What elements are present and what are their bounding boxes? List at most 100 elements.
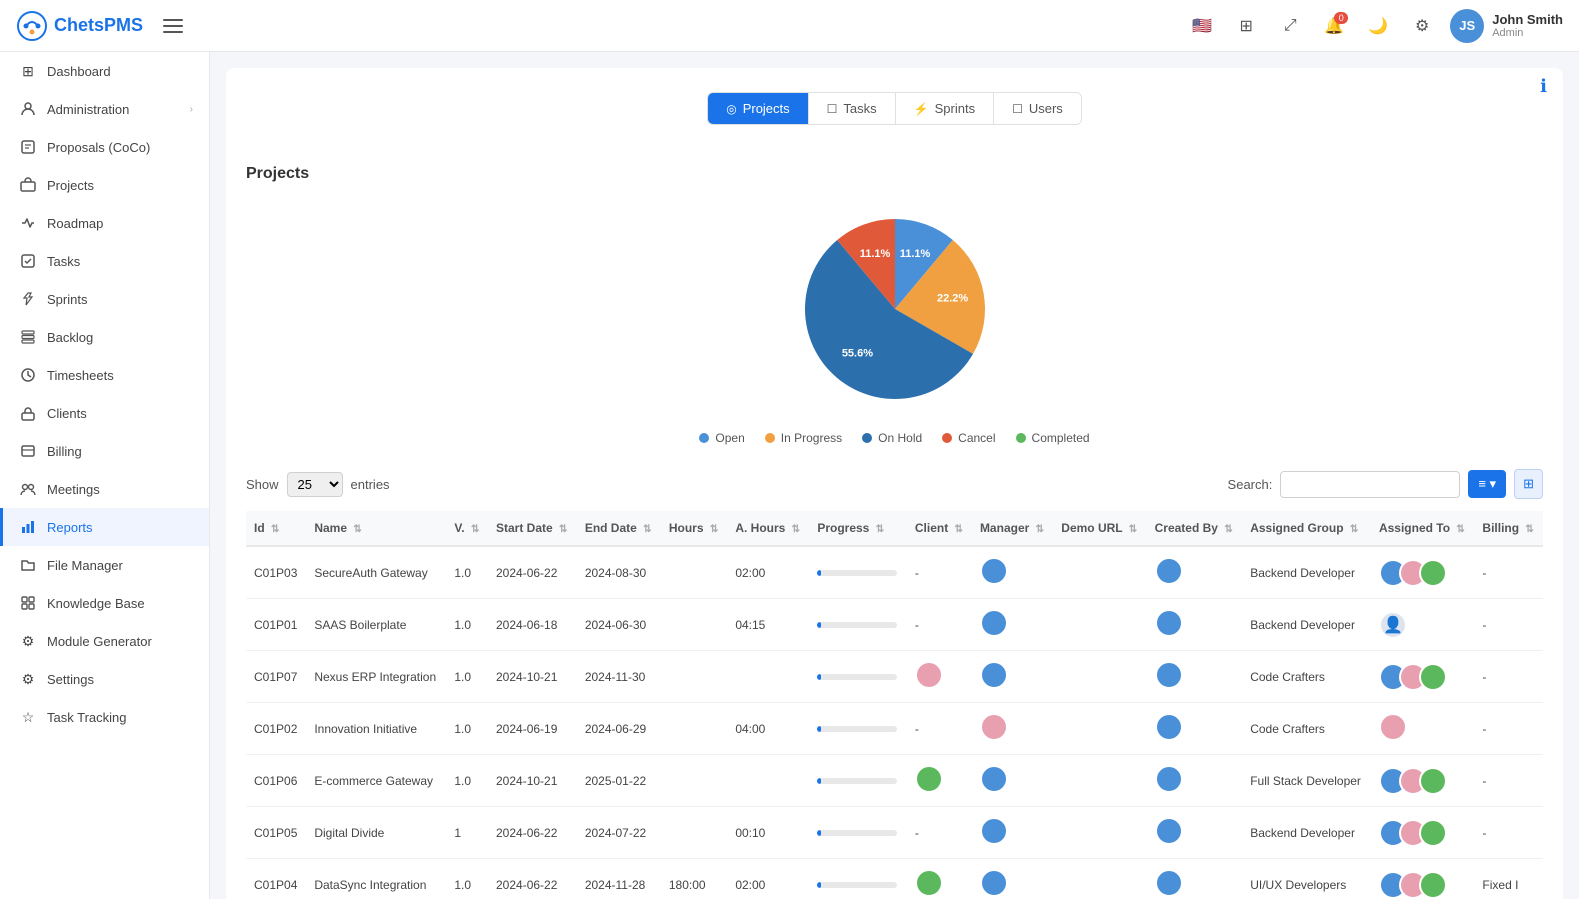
logo[interactable]: ChetsPMS [16, 10, 143, 42]
sidebar-item-module-generator[interactable]: ⚙ Module Generator [0, 622, 209, 660]
sidebar-item-sprints[interactable]: Sprints [0, 280, 209, 318]
project-assigned-to [1371, 703, 1474, 755]
sidebar-item-timesheets[interactable]: Timesheets [0, 356, 209, 394]
col-manager[interactable]: Manager ⇅ [972, 511, 1053, 546]
tab-users[interactable]: ☐ Users [994, 93, 1081, 124]
avatar-group [1379, 819, 1466, 847]
info-button[interactable]: ℹ [1540, 76, 1547, 97]
project-id[interactable]: C01P06 [246, 755, 306, 807]
project-id[interactable]: C01P07 [246, 651, 306, 703]
fullscreen-icon[interactable]: ⤢ [1274, 10, 1306, 42]
col-billing[interactable]: Billing ⇅ [1474, 511, 1543, 546]
project-start: 2024-06-22 [488, 859, 577, 899]
chart-container: 11.1%22.2%55.6%11.1% Open In Progress On… [246, 199, 1543, 445]
roadmap-icon [19, 214, 37, 232]
sidebar-item-tasks[interactable]: Tasks [0, 242, 209, 280]
project-version: 1 [446, 807, 488, 859]
search-input[interactable] [1280, 471, 1460, 498]
tasks-icon [19, 252, 37, 270]
col-id[interactable]: Id ⇅ [246, 511, 306, 546]
col-progress[interactable]: Progress ⇅ [809, 511, 907, 546]
project-demo-url [1053, 599, 1146, 651]
col-ahours[interactable]: A. Hours ⇅ [727, 511, 809, 546]
filter-button[interactable]: ≡ ▾ [1468, 470, 1506, 498]
sidebar-item-settings[interactable]: ⚙ Settings [0, 660, 209, 698]
sidebar-item-dashboard[interactable]: ⊞ Dashboard [0, 52, 209, 90]
project-created-by [1147, 755, 1243, 807]
user-info[interactable]: JS John Smith Admin [1450, 9, 1563, 43]
sidebar-item-administration[interactable]: Administration › [0, 90, 209, 128]
sidebar-item-reports[interactable]: Reports [0, 508, 209, 546]
tab-projects[interactable]: ◎ Projects [708, 93, 808, 124]
project-assigned-group: Backend Developer [1242, 546, 1371, 599]
project-id[interactable]: C01P01 [246, 599, 306, 651]
project-created-by [1147, 546, 1243, 599]
project-name: DataSync Integration [306, 859, 446, 899]
sidebar-item-backlog[interactable]: Backlog [0, 318, 209, 356]
project-created-by [1147, 703, 1243, 755]
project-end: 2025-01-22 [577, 755, 661, 807]
projects-icon [19, 176, 37, 194]
col-client[interactable]: Client ⇅ [907, 511, 972, 546]
entries-select[interactable]: 25 10 50 100 [287, 472, 343, 497]
project-assigned-to [1371, 807, 1474, 859]
apps-icon[interactable]: ⊞ [1230, 10, 1262, 42]
project-id[interactable]: C01P04 [246, 859, 306, 899]
avatar-group [1379, 767, 1466, 795]
avatar [1155, 609, 1183, 637]
theme-toggle-icon[interactable]: 🌙 [1362, 10, 1394, 42]
project-ahours: 02:00 [727, 546, 809, 599]
avatar [980, 817, 1008, 845]
project-id[interactable]: C01P03 [246, 546, 306, 599]
sidebar-item-roadmap[interactable]: Roadmap [0, 204, 209, 242]
project-id[interactable]: C01P05 [246, 807, 306, 859]
col-end-date[interactable]: End Date ⇅ [577, 511, 661, 546]
sidebar-item-clients[interactable]: Clients [0, 394, 209, 432]
sidebar-item-projects[interactable]: Projects [0, 166, 209, 204]
sidebar-item-billing[interactable]: Billing [0, 432, 209, 470]
sidebar-item-proposals[interactable]: Proposals (CoCo) [0, 128, 209, 166]
tab-sprints[interactable]: ⚡ Sprints [896, 93, 994, 124]
columns-button[interactable]: ⊞ [1514, 469, 1543, 499]
project-assigned-group: Code Crafters [1242, 651, 1371, 703]
project-version: 1.0 [446, 859, 488, 899]
sidebar-item-file-manager[interactable]: File Manager [0, 546, 209, 584]
project-created-by [1147, 599, 1243, 651]
project-version: 1.0 [446, 651, 488, 703]
timesheets-icon [19, 366, 37, 384]
file-manager-icon [19, 556, 37, 574]
sidebar-item-meetings[interactable]: Meetings [0, 470, 209, 508]
hamburger-button[interactable] [159, 15, 187, 37]
project-client [907, 651, 972, 703]
pie-label: 11.1% [899, 248, 930, 260]
settings-icon[interactable]: ⚙ [1406, 10, 1438, 42]
col-assigned-group[interactable]: Assigned Group ⇅ [1242, 511, 1371, 546]
avatar [1419, 663, 1447, 691]
table-row: C01P03 SecureAuth Gateway 1.0 2024-06-22… [246, 546, 1543, 599]
billing-icon [19, 442, 37, 460]
project-billing: Fixed I [1474, 859, 1543, 899]
project-billing: - [1474, 651, 1543, 703]
project-client: - [907, 546, 972, 599]
layout: ⊞ Dashboard Administration › Proposals (… [0, 52, 1579, 899]
project-billing: - [1474, 599, 1543, 651]
col-hours[interactable]: Hours ⇅ [661, 511, 727, 546]
flag-icon[interactable]: 🇺🇸 [1186, 10, 1218, 42]
project-id[interactable]: C01P02 [246, 703, 306, 755]
sidebar-item-task-tracking[interactable]: ☆ Task Tracking [0, 698, 209, 736]
sidebar-item-knowledge-base[interactable]: Knowledge Base [0, 584, 209, 622]
col-name[interactable]: Name ⇅ [306, 511, 446, 546]
project-manager [972, 859, 1053, 899]
tab-tasks[interactable]: ☐ Tasks [809, 93, 896, 124]
col-start-date[interactable]: Start Date ⇅ [488, 511, 577, 546]
col-version[interactable]: V. ⇅ [446, 511, 488, 546]
col-created-by[interactable]: Created By ⇅ [1147, 511, 1243, 546]
avatar [980, 713, 1008, 741]
avatar [915, 765, 943, 793]
settings-gear-icon: ⚙ [19, 670, 37, 688]
col-assigned-to[interactable]: Assigned To ⇅ [1371, 511, 1474, 546]
avatar [1155, 869, 1183, 897]
notifications-icon[interactable]: 🔔 0 [1318, 10, 1350, 42]
project-hours [661, 651, 727, 703]
col-demo-url[interactable]: Demo URL ⇅ [1053, 511, 1146, 546]
